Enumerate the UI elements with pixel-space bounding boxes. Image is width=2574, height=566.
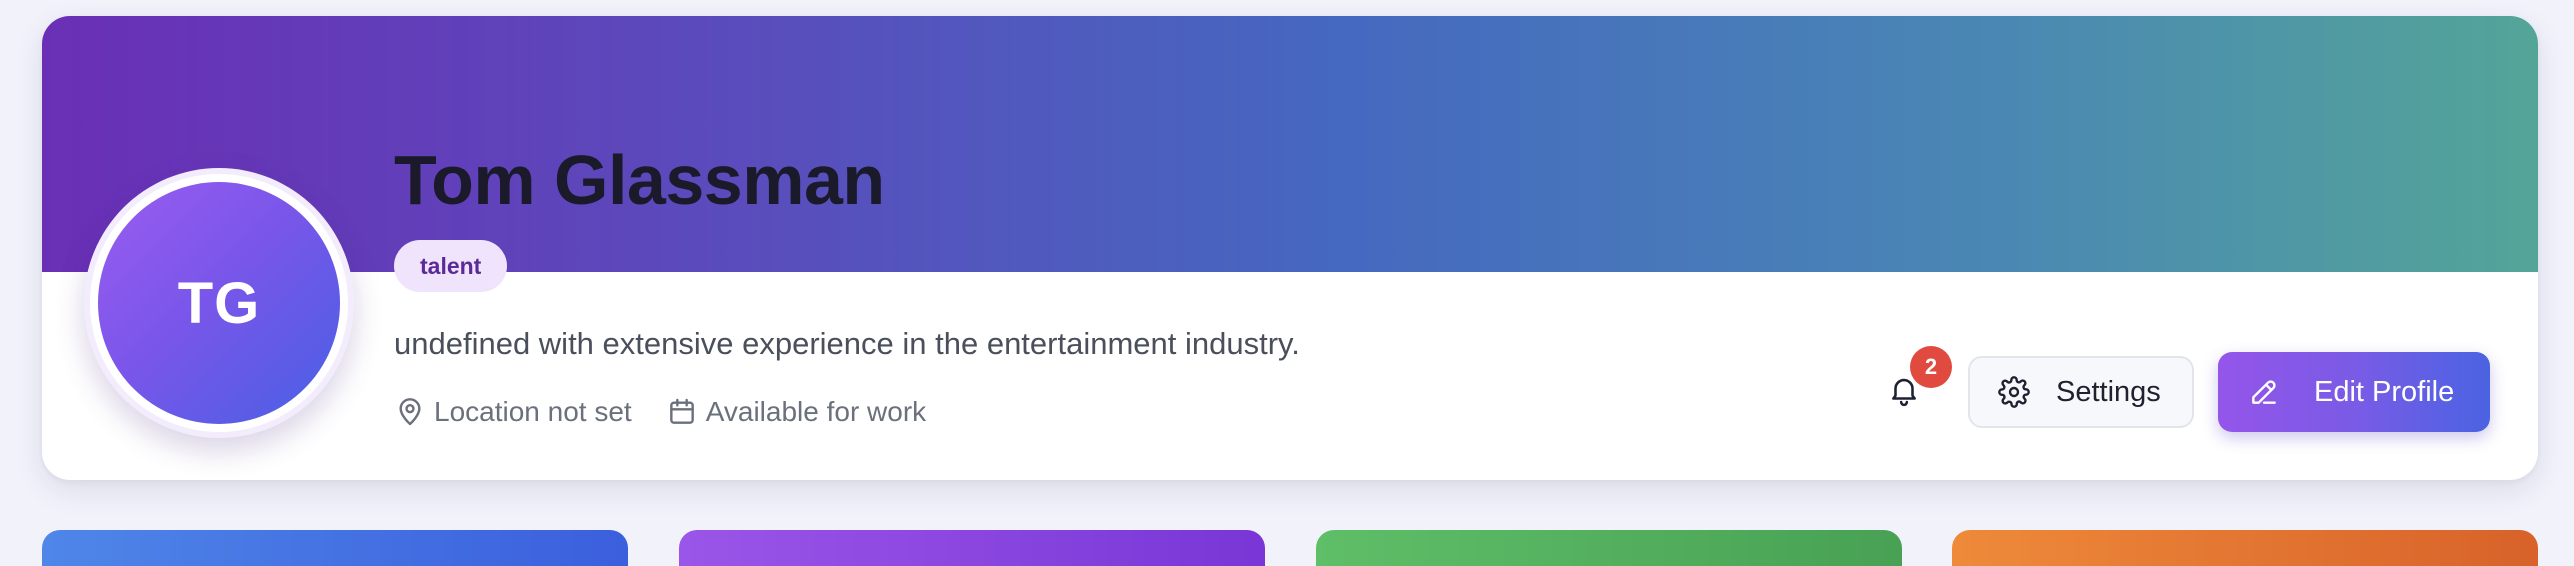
avatar-initials: TG xyxy=(177,270,261,336)
location-info: Location not set xyxy=(394,392,632,432)
location-text: Location not set xyxy=(434,396,632,427)
availability-info: Available for work xyxy=(666,392,926,432)
edit-profile-button[interactable]: Edit Profile xyxy=(2218,352,2490,432)
gear-icon xyxy=(1998,376,2030,408)
avatar: TG xyxy=(98,182,340,424)
stat-card-2[interactable] xyxy=(679,530,1265,566)
settings-button[interactable]: Settings xyxy=(1968,356,2194,428)
map-pin-icon xyxy=(394,396,426,428)
pencil-icon xyxy=(2252,380,2276,404)
edit-profile-label: Edit Profile xyxy=(2314,375,2455,408)
stat-card-1[interactable] xyxy=(42,530,628,566)
notification-count-badge: 2 xyxy=(1910,346,1952,388)
availability-text: Available for work xyxy=(705,396,927,427)
stat-card-3[interactable] xyxy=(1316,530,1902,566)
calendar-icon xyxy=(666,396,698,428)
role-badge: talent xyxy=(394,240,508,292)
profile-page: TG Tom Glassman talent undefined with ex… xyxy=(0,0,2574,566)
settings-button-label: Settings xyxy=(2056,375,2161,408)
stat-card-4[interactable] xyxy=(1952,530,2538,566)
profile-meta: Location not set Available for work xyxy=(394,392,926,432)
profile-bio: undefined with extensive experience in t… xyxy=(394,326,1300,361)
profile-name: Tom Glassman xyxy=(394,141,885,219)
role-badge-label: talent xyxy=(420,252,482,279)
